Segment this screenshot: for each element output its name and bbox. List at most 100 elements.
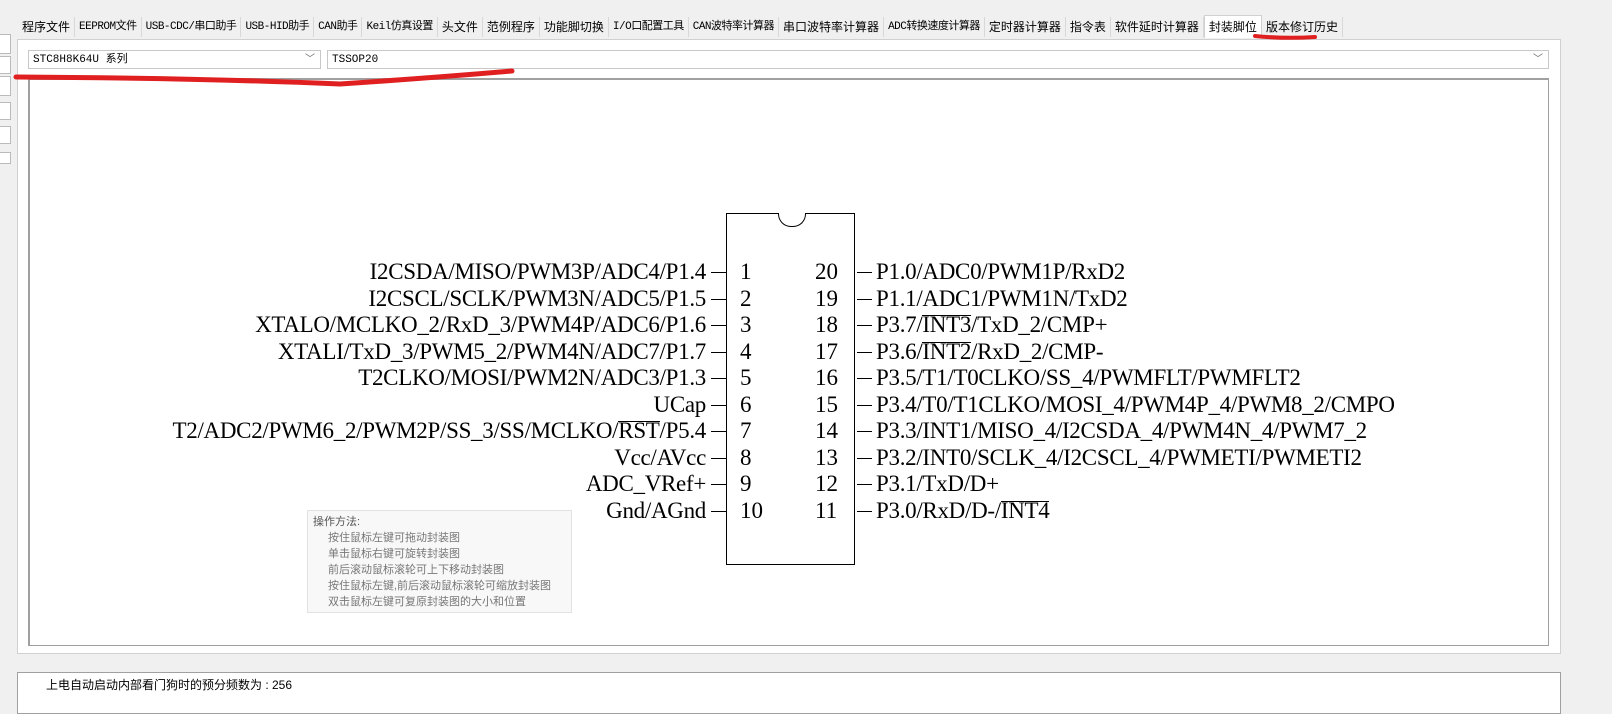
pin-label-right: P3.7/INT3/TxD_2/CMP+ xyxy=(876,312,1108,337)
menu-bar xyxy=(0,0,1612,14)
pin-label-left: XTALI/TxD_3/PWM5_2/PWM4N/ADC7/P1.7 xyxy=(277,338,706,364)
chevron-down-icon: ﹀ xyxy=(1533,55,1543,66)
pin-label-left: XTALO/MCLKO_2/RxD_3/PWM4P/ADC6/P1.6 xyxy=(255,312,706,337)
pin-lead xyxy=(857,404,872,406)
usage-tooltip: 操作方法: 按住鼠标左键可拖动封装图 单击鼠标右键可旋转封装图 前后滚动鼠标滚轮… xyxy=(307,510,572,613)
tab-8[interactable]: 功能脚切换 xyxy=(539,17,609,37)
pin-lead xyxy=(857,510,872,512)
overline-bar xyxy=(922,315,972,316)
overline-bar xyxy=(1000,500,1050,502)
pin-lead xyxy=(857,484,872,485)
chip-notch xyxy=(778,213,806,227)
pin-number: 15 xyxy=(815,391,838,417)
pin-lead xyxy=(711,325,726,326)
tab-2[interactable]: USB-CDC/串口助手 xyxy=(141,17,242,37)
left-field-2[interactable] xyxy=(0,102,11,120)
chevron-down-icon: ﹀ xyxy=(305,55,315,66)
left-dropdown-2[interactable] xyxy=(0,76,11,96)
pin-lead xyxy=(857,378,872,379)
pin-number: 20 xyxy=(815,259,838,284)
pin-label-right: P3.2/INT0/SCLK_4/I2CSCL_4/PWMETI/PWMETI2 xyxy=(876,444,1362,470)
left-field[interactable] xyxy=(0,56,11,74)
series-select-value: STC8H8K64U 系列 xyxy=(33,54,128,66)
tab-6[interactable]: 头文件 xyxy=(437,17,483,37)
pin-number: 13 xyxy=(815,444,838,470)
overline-bar xyxy=(618,421,660,422)
pin-lead xyxy=(857,298,872,300)
pin-lead xyxy=(857,457,872,459)
pin-lead xyxy=(711,510,726,512)
package-select-value: TSSOP20 xyxy=(332,54,379,66)
pin-number: 8 xyxy=(740,444,752,470)
tab-11[interactable]: 串口波特率计算器 xyxy=(779,17,885,37)
pin-lead xyxy=(711,484,726,485)
pin-label-right: P3.3/INT1/MISO_4/I2CSDA_4/PWM4N_4/PWM7_2 xyxy=(876,418,1367,443)
pin-lead xyxy=(857,351,872,353)
pin-number: 5 xyxy=(740,365,752,390)
pin-lead xyxy=(711,272,726,273)
left-field-3[interactable] xyxy=(0,126,11,144)
pin-lead xyxy=(711,457,726,459)
pin-number: 9 xyxy=(740,471,752,496)
tab-10[interactable]: CAN波特率计算器 xyxy=(688,17,780,37)
pin-label-right: P1.0/ADC0/PWM1P/RxD2 xyxy=(876,259,1125,284)
pin-number: 12 xyxy=(815,471,838,496)
pin-number: 16 xyxy=(815,365,838,390)
overline-bar xyxy=(922,341,972,343)
pin-label-right: P3.4/T0/T1CLKO/MOSI_4/PWM4P_4/PWM8_2/CMP… xyxy=(876,391,1395,417)
left-dropdown[interactable] xyxy=(0,34,11,54)
tab-4[interactable]: CAN助手 xyxy=(314,17,363,37)
tooltip-line: 前后滚动鼠标滚轮可上下移动封装图 xyxy=(328,564,504,576)
tooltip-line: 单击鼠标右键可旋转封装图 xyxy=(328,548,460,560)
pin-label-right: P3.5/T1/T0CLKO/SS_4/PWMFLT/PWMFLT2 xyxy=(876,365,1301,390)
tooltip-line: 按住鼠标左键,前后滚动鼠标滚轮可缩放封装图 xyxy=(328,580,552,592)
pin-number: 10 xyxy=(740,497,763,523)
pin-label-left: I2CSCL/SCLK/PWM3N/ADC5/P1.5 xyxy=(368,285,706,311)
pin-label-left: UCap xyxy=(653,391,707,417)
tab-5[interactable]: Keil仿真设置 xyxy=(362,17,438,37)
pin-number: 7 xyxy=(740,418,752,443)
package-select[interactable]: TSSOP20 ﹀ xyxy=(327,50,1549,69)
status-output: 上电自动启动内部看门狗时的预分频数为 : 256 xyxy=(17,672,1561,714)
pin-lead xyxy=(857,272,872,273)
pin-number: 3 xyxy=(740,312,752,337)
pin-label-left: Gnd/AGnd xyxy=(606,497,706,523)
pin-lead xyxy=(711,378,726,379)
pin-label-right: P3.6/INT2/RxD_2/CMP- xyxy=(876,338,1104,364)
status-text: 上电自动启动内部看门狗时的预分频数为 : 256 xyxy=(46,678,293,692)
tab-12[interactable]: ADC转换速度计算器 xyxy=(884,17,985,37)
pin-number: 11 xyxy=(815,497,838,523)
tab-bar: 程序文件 EEPROM文件 USB-CDC/串口助手 USB-HID助手 CAN助手 Ke… xyxy=(18,15,1343,38)
pin-lead xyxy=(857,431,872,432)
tab-9[interactable]: I/O口配置工具 xyxy=(608,17,689,37)
tab-3[interactable]: USB-HID助手 xyxy=(241,17,315,37)
pin-lead xyxy=(711,404,726,406)
tab-13[interactable]: 定时器计算器 xyxy=(984,17,1066,37)
tab-14[interactable]: 指令表 xyxy=(1065,17,1111,37)
left-panel-edge xyxy=(0,14,13,703)
pin-lead xyxy=(711,351,726,353)
tab-16[interactable]: 封装脚位 xyxy=(1203,15,1262,38)
left-scroll-arrow[interactable] xyxy=(0,152,11,164)
pin-number: 1 xyxy=(740,259,752,284)
tab-17[interactable]: 版本修订历史 xyxy=(1261,17,1343,37)
pin-label-right: P3.1/TxD/D+ xyxy=(876,471,999,496)
pin-label-left: Vcc/AVcc xyxy=(614,444,706,470)
pin-number: 2 xyxy=(740,285,752,311)
tab-1[interactable]: EEPROM文件 xyxy=(75,17,142,37)
pin-lead xyxy=(711,431,726,432)
pin-label-left: I2CSDA/MISO/PWM3P/ADC4/P1.4 xyxy=(369,259,707,284)
tab-0[interactable]: 程序文件 xyxy=(18,17,76,37)
pin-label-right: P1.1/ADC1/PWM1N/TxD2 xyxy=(876,285,1128,311)
series-select[interactable]: STC8H8K64U 系列 ﹀ xyxy=(28,50,321,69)
tooltip-line: 按住鼠标左键可拖动封装图 xyxy=(328,532,460,544)
pin-label-left: T2CLKO/MOSI/PWM2N/ADC3/P1.3 xyxy=(358,365,706,390)
pin-number: 17 xyxy=(815,338,838,364)
pin-number: 6 xyxy=(740,391,752,417)
pin-number: 14 xyxy=(815,418,838,443)
tab-7[interactable]: 范例程序 xyxy=(482,17,540,37)
tab-15[interactable]: 软件延时计算器 xyxy=(1110,17,1204,37)
pin-lead xyxy=(711,298,726,300)
pin-number: 4 xyxy=(740,338,752,364)
pin-label-left: ADC_VRef+ xyxy=(585,471,706,496)
